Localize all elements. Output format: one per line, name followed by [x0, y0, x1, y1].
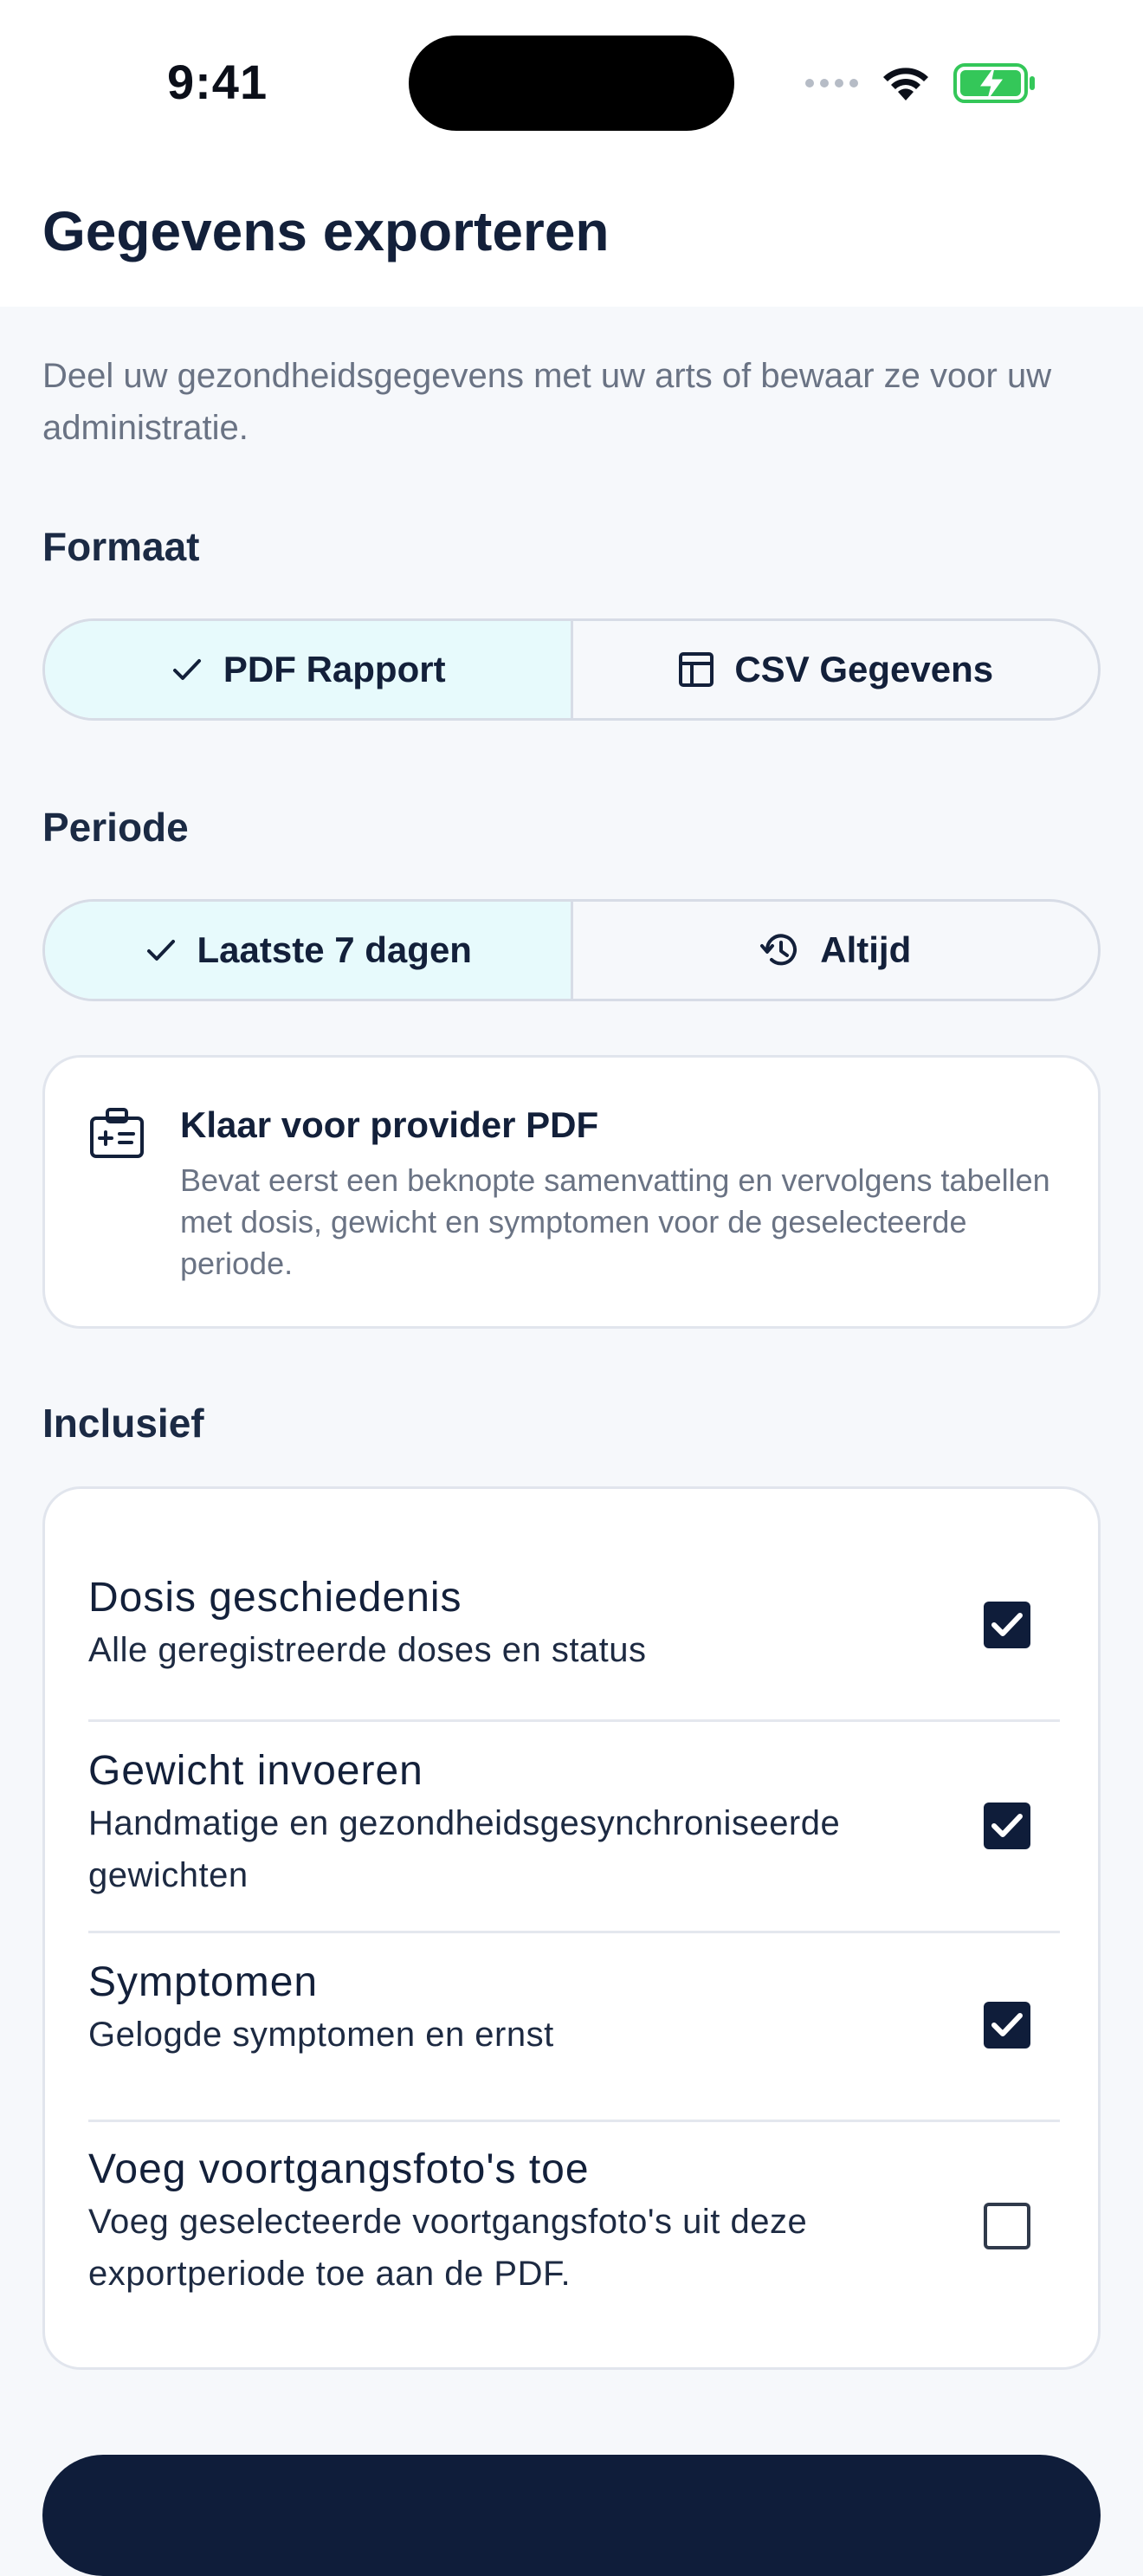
format-option-csv[interactable]: CSV Gegevens: [570, 621, 1099, 718]
period-option-all-time[interactable]: Altijd: [570, 902, 1099, 999]
header: Gegevens exporteren: [0, 165, 1143, 307]
format-option-pdf[interactable]: PDF Rapport: [45, 621, 571, 718]
history-icon: [760, 934, 798, 966]
include-item-description: Gelogde symptomen en ernst: [88, 2016, 554, 2054]
cellular-signal-icon: [805, 79, 858, 87]
provider-pdf-info-card: Klaar voor provider PDF Bevat eerst een …: [42, 1055, 1101, 1329]
include-item-title: Voeg voortgangsfoto's toe: [88, 2146, 590, 2192]
wifi-icon: [883, 68, 928, 100]
info-card-description: Bevat eerst een beknopte samenvatting en…: [180, 1162, 1050, 1281]
status-time: 9:41: [167, 55, 268, 109]
include-options-card: Dosis geschiedenis Alle geregistreerde do…: [42, 1486, 1101, 2370]
info-card-title: Klaar voor provider PDF: [180, 1104, 599, 1145]
checkmark-icon: [991, 1814, 1023, 1837]
symptoms-checkbox[interactable]: [984, 2002, 1030, 2049]
status-bar: 9:41: [0, 0, 1143, 165]
export-button[interactable]: [42, 2455, 1101, 2576]
include-item-symptoms[interactable]: Symptomen Gelogde symptomen en ernst: [88, 1957, 1060, 2061]
include-item-title: Gewicht invoeren: [88, 1748, 423, 1794]
weight-entries-checkbox[interactable]: [984, 1803, 1030, 1849]
period-option-all-time-label: Altijd: [820, 929, 912, 970]
status-icons: [805, 59, 1036, 107]
dose-history-checkbox[interactable]: [984, 1602, 1030, 1648]
include-item-dose-history[interactable]: Dosis geschiedenis Alle geregistreerde do…: [88, 1572, 1060, 1676]
dynamic-island: [409, 36, 734, 131]
include-item-title: Dosis geschiedenis: [88, 1575, 462, 1621]
format-option-csv-label: CSV Gegevens: [734, 649, 994, 689]
medical-id-icon: [90, 1108, 144, 1158]
intro-text: Deel uw gezondheidsgegevens met uw arts …: [42, 357, 1052, 447]
include-label: Inclusief: [42, 1401, 204, 1446]
progress-photos-checkbox[interactable]: [984, 2203, 1030, 2249]
format-label: Formaat: [42, 524, 200, 569]
format-option-pdf-label: PDF Rapport: [223, 649, 446, 689]
period-option-7-days-label: Laatste 7 dagen: [197, 929, 472, 970]
include-item-progress-photos[interactable]: Voeg voortgangsfoto's toe Voeg geselectee…: [88, 2144, 1060, 2300]
check-icon: [172, 659, 201, 680]
period-label: Periode: [42, 805, 189, 850]
divider: [88, 2120, 1060, 2122]
period-selector: Laatste 7 dagen Altijd: [42, 899, 1101, 1001]
page-title: Gegevens exporteren: [42, 200, 610, 262]
include-item-description: Alle geregistreerde doses en status: [88, 1631, 647, 1669]
format-selector: PDF Rapport CSV Gegevens: [42, 618, 1101, 721]
table-icon: [679, 652, 714, 687]
divider: [88, 1931, 1060, 1933]
battery-charging-icon: [953, 63, 1035, 103]
period-option-7-days[interactable]: Laatste 7 dagen: [45, 902, 571, 999]
include-item-description: Handmatige en gezondheidsgesynchroniseer…: [88, 1804, 841, 1894]
check-icon: [146, 940, 175, 961]
checkmark-icon: [991, 2013, 1023, 2036]
checkmark-icon: [991, 1613, 1023, 1636]
divider: [88, 1719, 1060, 1722]
include-item-title: Symptomen: [88, 1959, 319, 2005]
include-item-description: Voeg geselecteerde voortgangsfoto's uit …: [88, 2203, 808, 2293]
include-item-weight-entries[interactable]: Gewicht invoeren Handmatige en gezondheid…: [88, 1745, 1060, 1901]
